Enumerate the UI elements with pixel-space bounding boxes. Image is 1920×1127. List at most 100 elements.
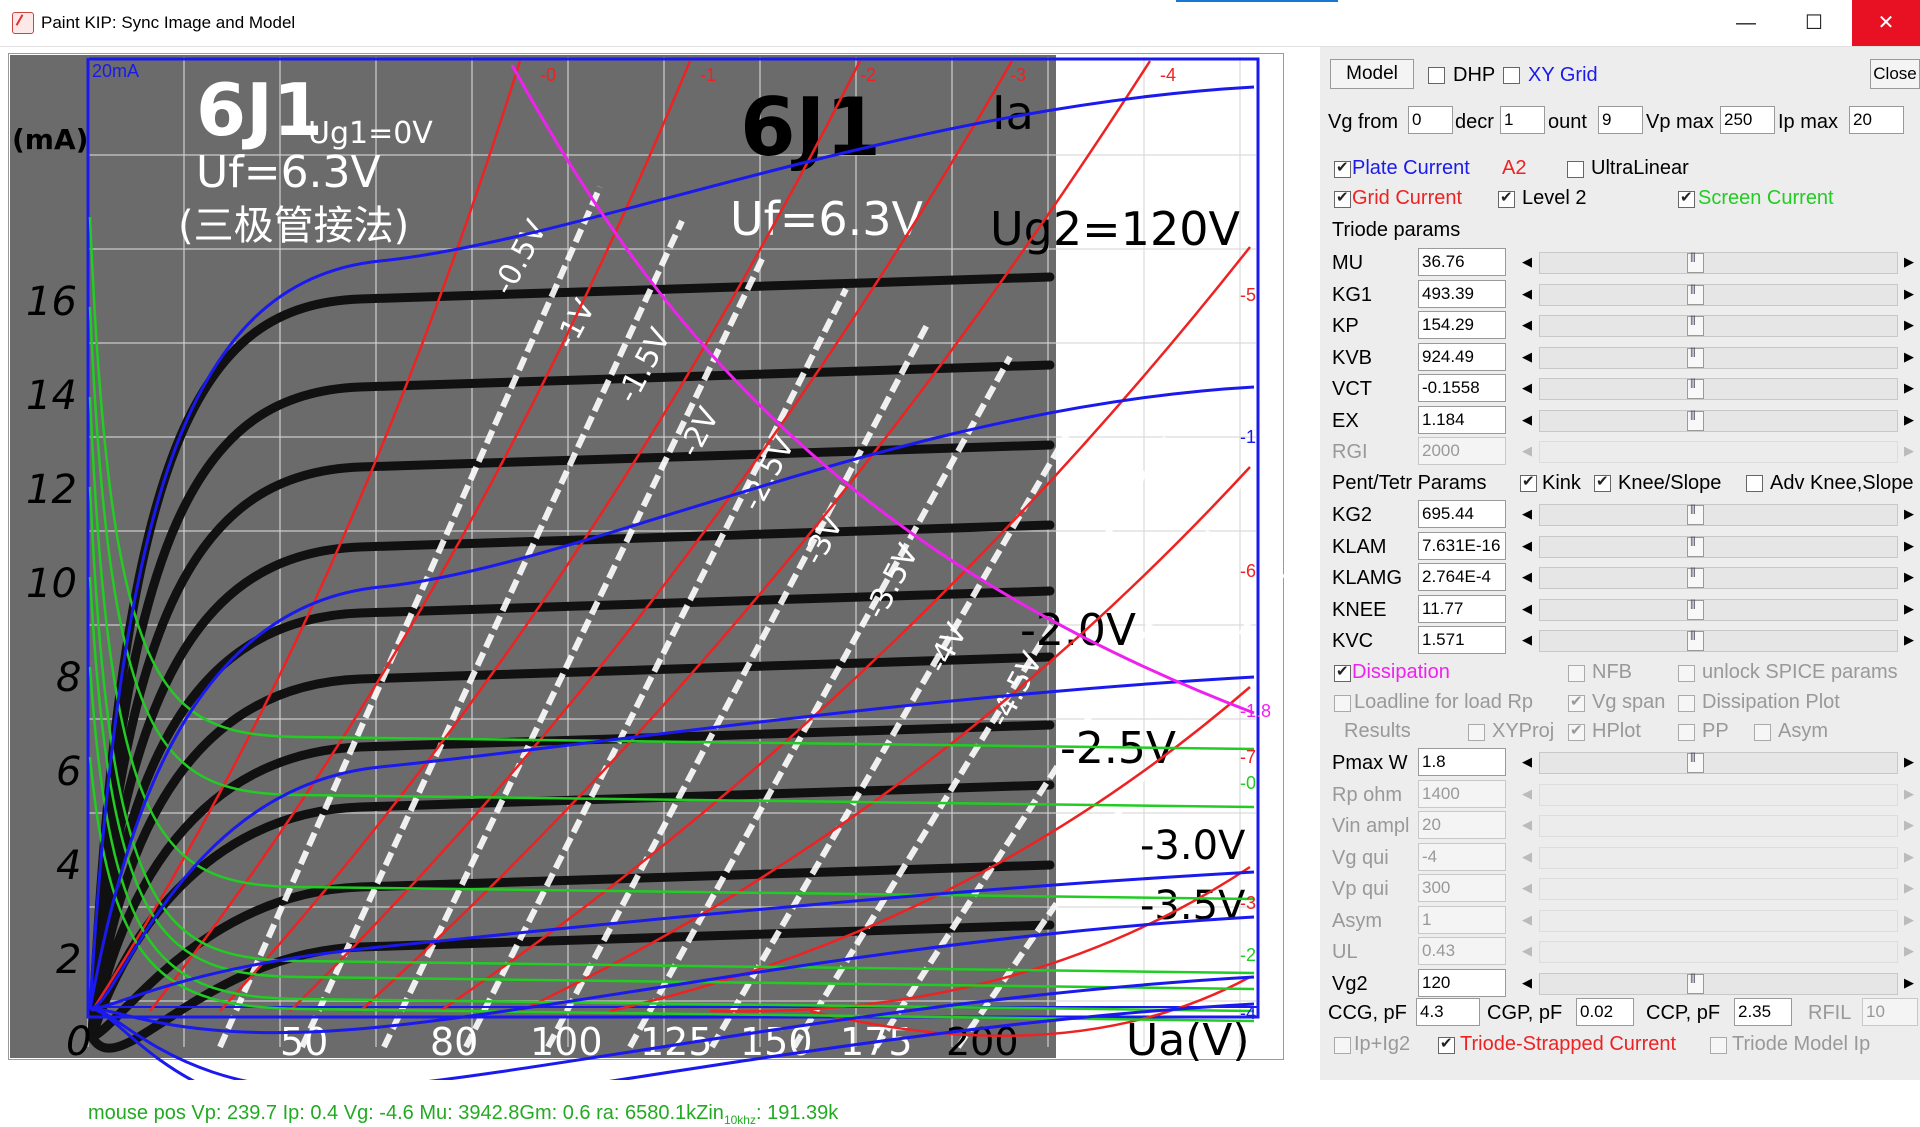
vp-max-input[interactable]: 250 — [1720, 106, 1775, 134]
slider-right-arrow-icon[interactable]: ▶ — [1900, 816, 1918, 834]
xyproj-checkbox[interactable] — [1468, 724, 1485, 741]
triode-param-input[interactable]: -0.1558 — [1418, 374, 1506, 402]
lower-param-input[interactable]: 1400 — [1418, 779, 1506, 808]
slider-thumb[interactable] — [1687, 378, 1704, 399]
hplot-checkbox[interactable] — [1568, 721, 1585, 741]
slider-right-arrow-icon[interactable]: ▶ — [1900, 568, 1918, 586]
slider-right-arrow-icon[interactable]: ▶ — [1900, 537, 1918, 555]
slider-thumb[interactable] — [1687, 410, 1704, 431]
count-input[interactable]: 9 — [1598, 106, 1643, 134]
slider-track[interactable] — [1539, 567, 1898, 589]
slider-thumb[interactable] — [1687, 536, 1704, 557]
lower-param-slider[interactable]: ◀▶ — [1518, 970, 1920, 996]
slider-left-arrow-icon[interactable]: ◀ — [1518, 505, 1536, 523]
slider-right-arrow-icon[interactable]: ▶ — [1900, 785, 1918, 803]
triode-param-input[interactable]: 2000 — [1418, 437, 1506, 465]
pp-checkbox[interactable] — [1678, 724, 1695, 741]
slider-left-arrow-icon[interactable]: ◀ — [1518, 537, 1536, 555]
slider-right-arrow-icon[interactable]: ▶ — [1900, 253, 1918, 271]
triode-model-ip-checkbox[interactable] — [1710, 1037, 1727, 1054]
slider-track[interactable] — [1539, 252, 1898, 274]
slider-left-arrow-icon[interactable]: ◀ — [1518, 879, 1536, 897]
close-button[interactable]: Close — [1870, 59, 1920, 89]
triode-param-slider[interactable]: ◀▶ — [1518, 438, 1920, 464]
triode-param-slider[interactable]: ◀▶ — [1518, 344, 1920, 370]
nfb-checkbox[interactable] — [1568, 665, 1585, 682]
pent-param-input[interactable]: 7.631E-16 — [1418, 531, 1506, 560]
slider-right-arrow-icon[interactable]: ▶ — [1900, 316, 1918, 334]
slider-left-arrow-icon[interactable]: ◀ — [1518, 411, 1536, 429]
screen-current-checkbox[interactable] — [1678, 188, 1695, 208]
adv-knee-checkbox[interactable] — [1746, 475, 1763, 492]
slider-left-arrow-icon[interactable]: ◀ — [1518, 942, 1536, 960]
slider-left-arrow-icon[interactable]: ◀ — [1518, 785, 1536, 803]
slider-thumb[interactable] — [1687, 567, 1704, 588]
slider-left-arrow-icon[interactable]: ◀ — [1518, 816, 1536, 834]
triode-param-slider[interactable]: ◀▶ — [1518, 249, 1920, 275]
slider-left-arrow-icon[interactable]: ◀ — [1518, 974, 1536, 992]
slider-track[interactable] — [1539, 941, 1898, 963]
lower-param-input[interactable]: 20 — [1418, 811, 1506, 839]
vg-from-input[interactable]: 0 — [1408, 106, 1453, 134]
triode-param-slider[interactable]: ◀▶ — [1518, 281, 1920, 307]
slider-thumb[interactable] — [1687, 752, 1704, 773]
pent-param-slider[interactable]: ◀▶ — [1518, 501, 1920, 527]
ccg-input[interactable]: 4.3 — [1416, 998, 1480, 1026]
ccp-input[interactable]: 2.35 — [1734, 998, 1792, 1026]
dhp-checkbox[interactable] — [1428, 67, 1445, 84]
triode-param-input[interactable]: 154.29 — [1418, 311, 1506, 339]
slider-thumb[interactable] — [1687, 630, 1704, 651]
slider-thumb[interactable] — [1687, 252, 1704, 273]
level2-checkbox[interactable] — [1498, 188, 1515, 208]
triode-param-input[interactable]: 924.49 — [1418, 342, 1506, 371]
lower-param-slider[interactable]: ◀▶ — [1518, 907, 1920, 933]
slider-right-arrow-icon[interactable]: ▶ — [1900, 600, 1918, 618]
slider-track[interactable] — [1539, 598, 1898, 621]
triode-param-slider[interactable]: ◀▶ — [1518, 312, 1920, 338]
pent-param-slider[interactable]: ◀▶ — [1518, 596, 1920, 622]
pent-param-slider[interactable]: ◀▶ — [1518, 533, 1920, 559]
slider-right-arrow-icon[interactable]: ▶ — [1900, 753, 1918, 771]
slider-left-arrow-icon[interactable]: ◀ — [1518, 348, 1536, 366]
slider-right-arrow-icon[interactable]: ▶ — [1900, 974, 1918, 992]
ip-ig2-checkbox[interactable] — [1334, 1037, 1351, 1054]
slider-left-arrow-icon[interactable]: ◀ — [1518, 911, 1536, 929]
kink-checkbox[interactable] — [1520, 472, 1537, 492]
slider-track[interactable] — [1539, 378, 1898, 400]
slider-right-arrow-icon[interactable]: ▶ — [1900, 631, 1918, 649]
ip-max-input[interactable]: 20 — [1849, 106, 1904, 134]
slider-thumb[interactable] — [1687, 347, 1704, 368]
lower-param-input[interactable]: 300 — [1418, 874, 1506, 902]
slider-right-arrow-icon[interactable]: ▶ — [1900, 505, 1918, 523]
slider-right-arrow-icon[interactable]: ▶ — [1900, 879, 1918, 897]
slider-left-arrow-icon[interactable]: ◀ — [1518, 568, 1536, 586]
lower-param-input[interactable]: 120 — [1418, 968, 1506, 997]
slider-track[interactable] — [1539, 441, 1898, 463]
slider-track[interactable] — [1539, 783, 1898, 806]
triode-strapped-checkbox[interactable] — [1438, 1034, 1455, 1054]
curve-plot[interactable]: 6J1 6J1 Ug1=0V Uf=6.3V (三极管接法) Uf=6.3V U… — [0, 47, 1290, 1080]
slider-right-arrow-icon[interactable]: ▶ — [1900, 348, 1918, 366]
slider-left-arrow-icon[interactable]: ◀ — [1518, 285, 1536, 303]
lower-param-slider[interactable]: ◀▶ — [1518, 749, 1920, 775]
slider-left-arrow-icon[interactable]: ◀ — [1518, 442, 1536, 460]
grid-current-checkbox[interactable] — [1334, 188, 1351, 208]
lower-param-input[interactable]: 0.43 — [1418, 937, 1506, 965]
triode-param-input[interactable]: 1.184 — [1418, 405, 1506, 434]
minimize-button[interactable]: — — [1712, 0, 1780, 46]
pent-param-input[interactable]: 1.571 — [1418, 626, 1506, 654]
slider-track[interactable] — [1539, 504, 1898, 526]
rfil-input[interactable]: 10 — [1862, 998, 1918, 1026]
slider-track[interactable] — [1539, 346, 1898, 369]
pent-param-input[interactable]: 695.44 — [1418, 500, 1506, 528]
loadline-checkbox[interactable] — [1334, 695, 1351, 712]
slider-track[interactable] — [1539, 846, 1898, 869]
dissipation-checkbox[interactable] — [1334, 662, 1351, 682]
slider-thumb[interactable] — [1687, 504, 1704, 525]
lower-param-input[interactable]: 1 — [1418, 905, 1506, 934]
triode-param-input[interactable]: 493.39 — [1418, 279, 1506, 308]
slider-left-arrow-icon[interactable]: ◀ — [1518, 631, 1536, 649]
slider-track[interactable] — [1539, 972, 1898, 995]
pent-param-input[interactable]: 11.77 — [1418, 594, 1506, 623]
model-button[interactable]: Model — [1330, 59, 1414, 89]
